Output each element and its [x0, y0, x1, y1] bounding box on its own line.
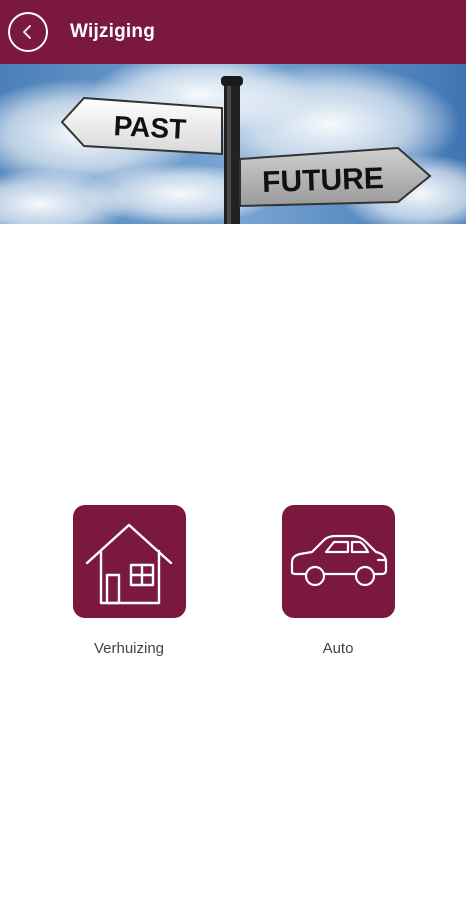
option-label-auto: Auto	[322, 640, 354, 657]
option-label-verhuizing: Verhuizing	[93, 640, 165, 657]
option-auto[interactable]: Auto	[268, 505, 408, 657]
option-verhuizing[interactable]: Verhuizing	[59, 505, 199, 657]
auto-icon-tile[interactable]	[281, 505, 395, 618]
top-app-bar: Wijziging	[0, 0, 466, 64]
sign-future-text: FUTURE	[262, 162, 385, 199]
app-screen: Wijziging PAST FUTURE Verhuizing Auto	[0, 0, 466, 900]
verhuizing-icon-tile[interactable]	[72, 505, 186, 618]
car-icon	[290, 534, 388, 586]
page-title: Wijziging	[70, 21, 155, 42]
sign-past-text: PAST	[113, 110, 187, 145]
header-banner-image: PAST FUTURE	[0, 64, 466, 224]
chevron-left-icon	[23, 25, 31, 39]
back-button[interactable]	[8, 12, 48, 52]
house-icon	[85, 523, 173, 604]
